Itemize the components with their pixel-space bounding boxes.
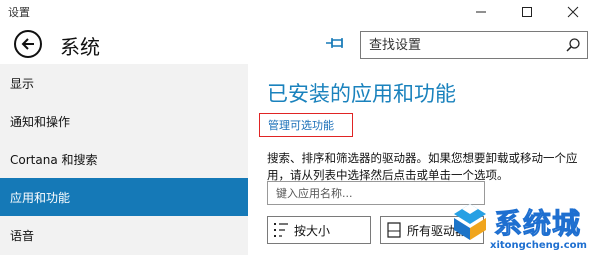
sort-icon xyxy=(274,223,288,237)
close-button[interactable] xyxy=(550,0,596,24)
sidebar-item-apps-features[interactable]: 应用和功能 xyxy=(0,178,248,216)
close-icon xyxy=(567,6,579,18)
back-button[interactable] xyxy=(14,30,42,58)
logo-icon xyxy=(454,204,486,240)
page-header: 系统 xyxy=(0,24,596,64)
sidebar-item-notifications[interactable]: 通知和操作 xyxy=(0,102,248,140)
back-arrow-icon xyxy=(21,38,34,50)
maximize-icon xyxy=(522,7,532,17)
settings-search-input[interactable] xyxy=(361,32,561,58)
sidebar: 显示 通知和操作 Cortana 和搜索 应用和功能 语音 xyxy=(0,64,248,255)
minimize-icon xyxy=(476,11,486,13)
title-bar: 设置 xyxy=(0,0,596,24)
sidebar-item-cortana[interactable]: Cortana 和搜索 xyxy=(0,140,248,178)
watermark-brand: 系统城 xyxy=(493,207,582,241)
settings-search[interactable] xyxy=(360,31,588,59)
sort-by-size-button[interactable]: 按大小 xyxy=(267,216,371,244)
sort-button-label: 按大小 xyxy=(294,223,331,238)
description-text: 搜索、排序和筛选器的驱动器。如果您想要卸载或移动一个应用，请从列表中选择然后点击… xyxy=(267,151,578,182)
sidebar-item-display[interactable]: 显示 xyxy=(0,64,248,102)
filter-icon xyxy=(387,222,401,238)
window-title: 设置 xyxy=(8,6,30,19)
pin-icon[interactable] xyxy=(325,35,347,51)
manage-optional-features-link[interactable]: 管理可选功能 xyxy=(259,113,353,137)
search-icon[interactable] xyxy=(565,37,581,53)
minimize-button[interactable] xyxy=(458,0,504,24)
section-title: 已安装的应用和功能 xyxy=(267,82,456,106)
page-title: 系统 xyxy=(60,35,100,59)
sidebar-item-speech[interactable]: 语音 xyxy=(0,216,248,254)
watermark-url: xitongcheng.com xyxy=(490,240,587,251)
maximize-button[interactable] xyxy=(504,0,550,24)
watermark: 系统城 xitongcheng.com xyxy=(440,196,596,255)
